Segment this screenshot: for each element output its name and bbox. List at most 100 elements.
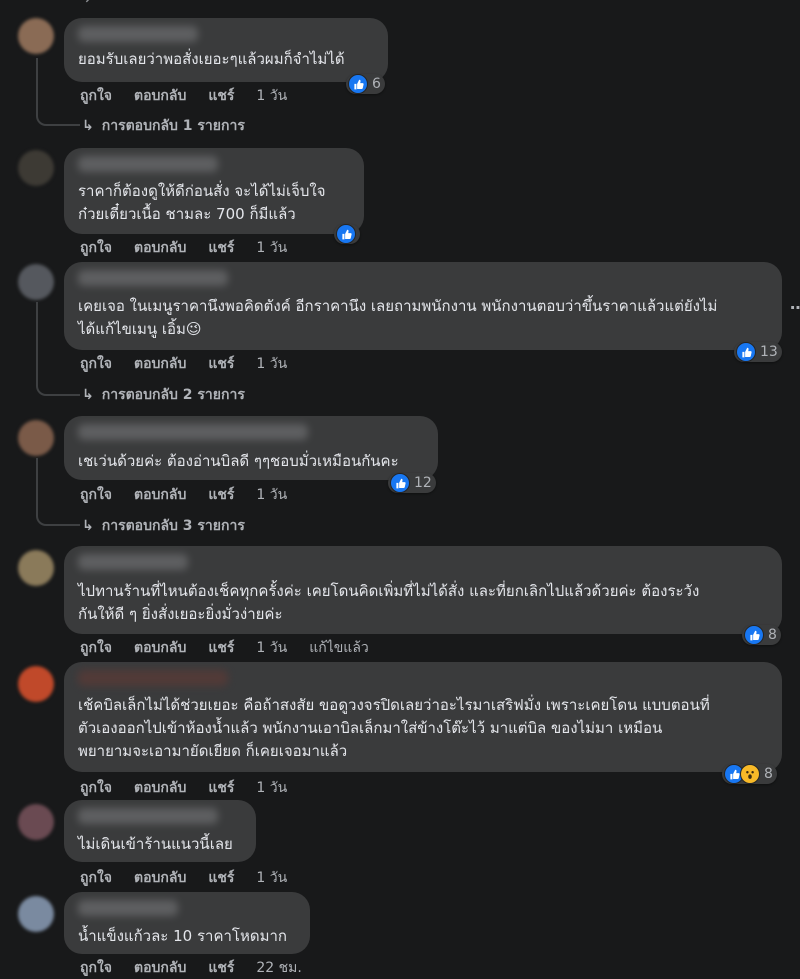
reply-button[interactable]: ตอบกลับ	[134, 957, 186, 979]
share-button[interactable]: แชร์	[208, 484, 234, 506]
reaction-count: 8	[768, 627, 777, 643]
reaction-summary[interactable]: 13	[734, 342, 782, 362]
share-button[interactable]: แชร์	[208, 85, 234, 107]
like-button[interactable]: ถูกใจ	[80, 85, 112, 107]
comment-text: ไปทานร้านที่ไหนต้องเช็คทุกครั้งค่ะ เคยโด…	[78, 582, 700, 623]
replies-label: การตอบกลับ 3 รายการ	[101, 518, 245, 534]
comment-text: ยอมรับเลยว่าพอสั่งเยอะๆแล้วผมก็จำไม่ได้	[78, 50, 345, 68]
reply-button[interactable]: ตอบกลับ	[134, 237, 186, 259]
comment-bubble: น้ำแข็งแก้วละ 10 ราคาโหดมาก	[64, 892, 310, 954]
like-button[interactable]: ถูกใจ	[80, 237, 112, 259]
author-name-blurred[interactable]	[78, 270, 228, 286]
reply-button[interactable]: ตอบกลับ	[134, 867, 186, 889]
more-icon[interactable]: ⋯	[790, 298, 800, 317]
share-button[interactable]: แชร์	[208, 957, 234, 979]
share-button[interactable]: แชร์	[208, 353, 234, 375]
comment-actions: ถูกใจ ตอบกลับ แชร์ 1 วัน แก้ไขแล้ว	[80, 638, 391, 658]
comment-actions: ถูกใจ ตอบกลับ แชร์ 1 วัน	[80, 86, 309, 106]
like-icon	[736, 342, 756, 362]
like-button[interactable]: ถูกใจ	[80, 484, 112, 506]
like-icon	[336, 224, 356, 244]
replies-label: การตอบกลับ 2 รายการ	[101, 387, 245, 403]
comment-text: ไม่เดินเข้าร้านแนวนี้เลย	[78, 835, 233, 853]
comment-text: ราคาก็ต้องดูให้ดีก่อนสั่ง จะได้ไม่เจ็บใจ…	[78, 182, 326, 223]
reaction-count: 8	[764, 766, 773, 782]
like-button[interactable]: ถูกใจ	[80, 777, 112, 799]
reaction-summary[interactable]: 8	[742, 625, 781, 645]
comment-actions: ถูกใจ ตอบกลับ แชร์ 1 วัน	[80, 354, 309, 374]
comment-bubble: เชเว่นด้วยค่ะ ต้องอ่านบิลดี ๆๆชอบมั่วเหม…	[64, 416, 438, 480]
reply-button[interactable]: ตอบกลับ	[134, 353, 186, 375]
avatar[interactable]	[18, 150, 54, 186]
reaction-count: 13	[760, 344, 778, 360]
avatar[interactable]	[18, 18, 54, 54]
comment-time[interactable]: 1 วัน	[256, 85, 287, 107]
reply-button[interactable]: ตอบกลับ	[134, 85, 186, 107]
comment-time[interactable]: 22 ชม.	[256, 957, 301, 979]
avatar[interactable]	[18, 804, 54, 840]
reply-arrow-icon: ↳	[82, 387, 94, 403]
comment-time[interactable]: 1 วัน	[256, 777, 287, 799]
reply-button[interactable]: ตอบกลับ	[134, 777, 186, 799]
comment-actions: ถูกใจ ตอบกลับ แชร์ 1 วัน	[80, 868, 309, 888]
comment-actions: ถูกใจ ตอบกลับ แชร์ 1 วัน	[80, 485, 309, 505]
like-button[interactable]: ถูกใจ	[80, 957, 112, 979]
author-name-blurred[interactable]	[78, 808, 218, 824]
share-button[interactable]: แชร์	[208, 637, 234, 659]
comment-bubble: ราคาก็ต้องดูให้ดีก่อนสั่ง จะได้ไม่เจ็บใจ…	[64, 148, 364, 234]
reply-button[interactable]: ตอบกลับ	[134, 484, 186, 506]
view-replies-link[interactable]: ↳ การตอบกลับ 3 รายการ	[82, 515, 245, 537]
author-name-blurred[interactable]	[78, 156, 218, 172]
comment-bubble: เช้คบิลเล็กไม่ได้ช่วยเยอะ คือถ้าสงสัย ขอ…	[64, 662, 782, 772]
comment-bubble: ไม่เดินเข้าร้านแนวนี้เลย	[64, 800, 256, 862]
reply-button[interactable]: ตอบกลับ	[134, 637, 186, 659]
reply-arrow-icon: ↳	[82, 118, 94, 134]
like-icon	[390, 473, 410, 493]
reply-arrow-icon: ↳	[82, 518, 94, 534]
comment-text: เชเว่นด้วยค่ะ ต้องอ่านบิลดี ๆๆชอบมั่วเหม…	[78, 452, 399, 470]
comment-actions: ถูกใจ ตอบกลับ แชร์ 1 วัน	[80, 238, 309, 258]
like-icon	[348, 74, 368, 94]
share-button[interactable]: แชร์	[208, 777, 234, 799]
reaction-count: 12	[414, 475, 432, 491]
like-button[interactable]: ถูกใจ	[80, 637, 112, 659]
avatar[interactable]	[18, 550, 54, 586]
reaction-summary[interactable]: 8	[722, 764, 777, 784]
comment-text: เคยเจอ ในเมนูราคานึงพอคิดตังค์ อีกราคานึ…	[78, 297, 718, 338]
comment-time[interactable]: 1 วัน	[256, 353, 287, 375]
avatar[interactable]	[18, 896, 54, 932]
avatar[interactable]	[18, 420, 54, 456]
like-icon	[744, 625, 764, 645]
wow-icon	[740, 764, 760, 784]
comment-time[interactable]: 1 วัน	[256, 867, 287, 889]
edited-label: แก้ไขแล้ว	[309, 640, 369, 656]
comment-text: เช้คบิลเล็กไม่ได้ช่วยเยอะ คือถ้าสงสัย ขอ…	[78, 696, 710, 760]
replies-link-cutoff[interactable]: ↳ ───────────	[80, 0, 189, 6]
avatar[interactable]	[18, 666, 54, 702]
reaction-summary[interactable]: 12	[388, 473, 436, 493]
author-name-blurred[interactable]	[78, 554, 188, 570]
author-name-blurred[interactable]	[78, 424, 308, 440]
author-name-blurred[interactable]	[78, 670, 228, 686]
comment-bubble: ไปทานร้านที่ไหนต้องเช็คทุกครั้งค่ะ เคยโด…	[64, 546, 782, 634]
reaction-summary[interactable]	[334, 224, 360, 244]
view-replies-link[interactable]: ↳ การตอบกลับ 2 รายการ	[82, 384, 245, 406]
author-name-blurred[interactable]	[78, 900, 178, 916]
like-button[interactable]: ถูกใจ	[80, 867, 112, 889]
comment-bubble: เคยเจอ ในเมนูราคานึงพอคิดตังค์ อีกราคานึ…	[64, 262, 782, 350]
comment-text: น้ำแข็งแก้วละ 10 ราคาโหดมาก	[78, 927, 287, 945]
view-replies-link[interactable]: ↳ การตอบกลับ 1 รายการ	[82, 115, 245, 137]
comment-time[interactable]: 1 วัน	[256, 237, 287, 259]
replies-label: การตอบกลับ 1 รายการ	[101, 118, 245, 134]
author-name-blurred[interactable]	[78, 26, 198, 42]
comment-time[interactable]: 1 วัน	[256, 637, 287, 659]
comment-actions: ถูกใจ ตอบกลับ แชร์ 22 ชม.	[80, 958, 324, 978]
comment-bubble: ยอมรับเลยว่าพอสั่งเยอะๆแล้วผมก็จำไม่ได้	[64, 18, 388, 82]
share-button[interactable]: แชร์	[208, 867, 234, 889]
avatar[interactable]	[18, 264, 54, 300]
like-button[interactable]: ถูกใจ	[80, 353, 112, 375]
reaction-summary[interactable]: 6	[346, 74, 385, 94]
reaction-count: 6	[372, 76, 381, 92]
comment-time[interactable]: 1 วัน	[256, 484, 287, 506]
share-button[interactable]: แชร์	[208, 237, 234, 259]
